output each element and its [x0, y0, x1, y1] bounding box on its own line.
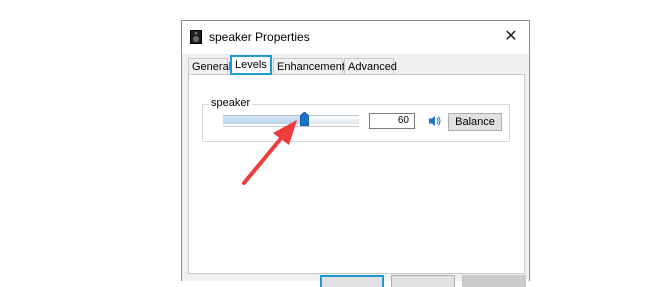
properties-dialog: speaker Properties ✕ General Levels Enha…: [181, 20, 530, 287]
close-button[interactable]: ✕: [493, 21, 529, 54]
tab-general[interactable]: General: [188, 58, 231, 74]
tab-advanced[interactable]: Advanced: [344, 58, 397, 74]
title-bar: speaker Properties ✕: [182, 21, 529, 54]
balance-button[interactable]: Balance: [448, 113, 502, 131]
speaker-volume-icon[interactable]: [425, 113, 443, 129]
ok-button[interactable]: [320, 275, 384, 287]
tab-levels[interactable]: Levels: [230, 55, 272, 75]
cancel-button[interactable]: [391, 275, 455, 287]
volume-slider-thumb[interactable]: [299, 112, 309, 126]
levels-panel: speaker 60 Balance: [188, 74, 525, 274]
speaker-group-label: speaker: [209, 97, 253, 109]
window-title: speaker Properties: [209, 30, 310, 44]
volume-slider-fill: [223, 116, 305, 124]
volume-value-field[interactable]: 60: [369, 113, 415, 129]
tab-enhancements[interactable]: Enhancements: [273, 58, 350, 74]
speaker-level-group: speaker 60 Balance: [202, 97, 510, 142]
volume-slider-ticks: [223, 126, 359, 129]
speaker-device-icon: [190, 30, 202, 44]
volume-slider-track[interactable]: [223, 115, 359, 124]
apply-button[interactable]: [462, 275, 526, 287]
